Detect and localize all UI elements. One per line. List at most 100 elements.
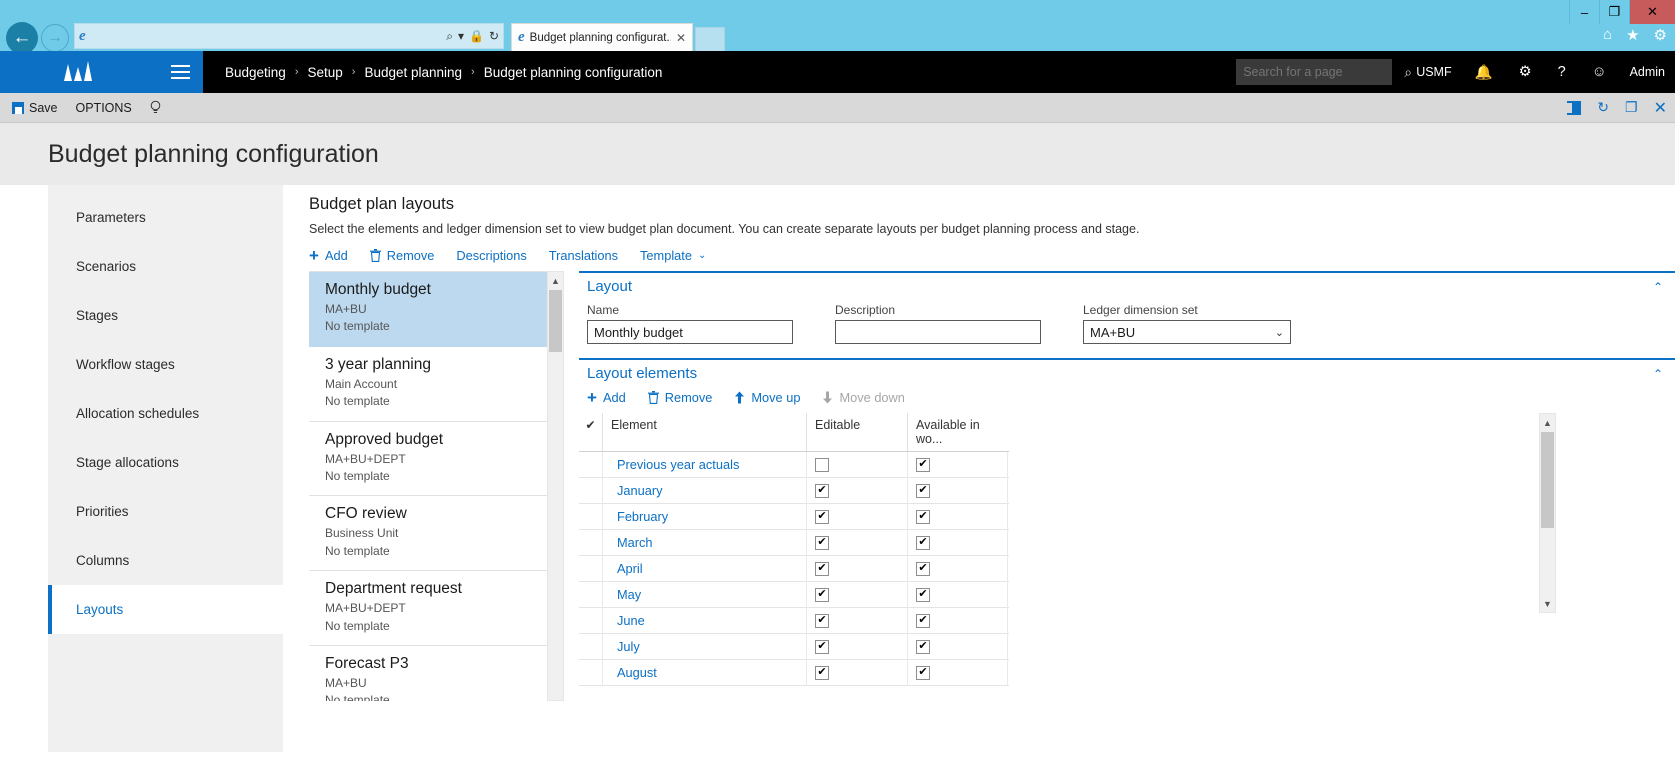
sidebar-item-columns[interactable]: Columns <box>48 536 283 585</box>
editable-cell[interactable]: ✔ <box>807 633 908 660</box>
nav-menu-button[interactable] <box>157 51 203 93</box>
list-item[interactable]: Department request MA+BU+DEPT No templat… <box>309 571 547 646</box>
editable-cell[interactable]: ✔ <box>807 555 908 582</box>
add-layout-button[interactable]: + Add <box>309 247 348 264</box>
available-cell[interactable]: ✔ <box>908 633 1008 660</box>
refresh-icon[interactable]: ↻ <box>1597 99 1609 116</box>
page-search-box[interactable]: ⌕ <box>1236 59 1412 85</box>
editable-cell[interactable]: ✔ <box>807 659 908 686</box>
row-select-cell[interactable] <box>579 477 603 504</box>
notifications-bell-icon[interactable]: 🔔 <box>1462 64 1506 81</box>
table-row[interactable]: May ✔ ✔ <box>579 581 1009 608</box>
remove-element-button[interactable]: Remove <box>647 390 712 405</box>
lightbulb-button[interactable] <box>150 100 161 115</box>
sidebar-item-allocation-schedules[interactable]: Allocation schedules <box>48 389 283 438</box>
available-checkbox[interactable]: ✔ <box>916 509 930 524</box>
browser-tab[interactable]: e Budget planning configurat... ✕ <box>511 23 693 51</box>
element-name[interactable]: March <box>603 529 807 556</box>
breadcrumb-item-budgeting[interactable]: Budgeting <box>225 65 286 80</box>
row-select-cell[interactable] <box>579 451 603 478</box>
editable-cell[interactable]: ✔ <box>807 529 908 556</box>
scroll-up-icon[interactable]: ▲ <box>1540 414 1555 431</box>
available-checkbox[interactable]: ✔ <box>916 535 930 550</box>
close-page-icon[interactable]: ✕ <box>1654 98 1667 118</box>
available-cell[interactable]: ✔ <box>908 451 1008 478</box>
list-item[interactable]: 3 year planning Main Account No template <box>309 347 547 422</box>
available-checkbox[interactable]: ✔ <box>916 587 930 602</box>
move-up-button[interactable]: Move up <box>734 390 800 405</box>
sidebar-item-workflow-stages[interactable]: Workflow stages <box>48 340 283 389</box>
feedback-smiley-icon[interactable]: ☺ <box>1579 64 1620 80</box>
available-cell[interactable]: ✔ <box>908 659 1008 686</box>
list-item[interactable]: CFO review Business Unit No template <box>309 496 547 572</box>
office-app-icon[interactable] <box>1567 100 1582 115</box>
table-row[interactable]: March ✔ ✔ <box>579 529 1009 556</box>
table-row[interactable]: April ✔ ✔ <box>579 555 1009 582</box>
element-name[interactable]: Previous year actuals <box>603 451 807 478</box>
search-icon[interactable]: ⌕ <box>446 29 453 44</box>
element-name[interactable]: May <box>603 581 807 608</box>
row-select-cell[interactable] <box>579 659 603 686</box>
available-checkbox[interactable]: ✔ <box>916 639 930 654</box>
options-button[interactable]: OPTIONS <box>76 101 132 115</box>
list-item[interactable]: Forecast P3 MA+BU No template <box>309 646 547 701</box>
favorites-star-icon[interactable]: ★ <box>1626 26 1639 44</box>
available-cell[interactable]: ✔ <box>908 529 1008 556</box>
descriptions-button[interactable]: Descriptions <box>456 248 526 263</box>
table-row[interactable]: February ✔ ✔ <box>579 503 1009 530</box>
row-select-cell[interactable] <box>579 581 603 608</box>
available-checkbox[interactable]: ✔ <box>916 665 930 680</box>
refresh-icon[interactable]: ↻ <box>489 29 499 43</box>
scroll-up-icon[interactable]: ▲ <box>548 272 563 289</box>
table-row[interactable]: August ✔ ✔ <box>579 659 1009 686</box>
collapse-chevron-icon[interactable]: ⌃ <box>1653 367 1663 381</box>
address-bar[interactable]: e ⌕ ▾ 🔒 ↻ <box>74 23 504 49</box>
new-tab-button[interactable] <box>695 27 725 51</box>
editable-checkbox[interactable]: ✔ <box>815 483 829 498</box>
editable-checkbox[interactable]: ✔ <box>815 509 829 524</box>
element-name[interactable]: April <box>603 555 807 582</box>
breadcrumb-item-budget-planning[interactable]: Budget planning <box>364 65 462 80</box>
scroll-down-icon[interactable]: ▼ <box>1540 595 1555 612</box>
minimize-button[interactable]: – <box>1569 0 1599 24</box>
editable-cell[interactable]: ✔ <box>807 503 908 530</box>
page-search-input[interactable] <box>1243 65 1405 79</box>
list-item[interactable]: Approved budget MA+BU+DEPT No template <box>309 422 547 497</box>
elements-grid-scrollbar[interactable]: ▲ ▼ <box>1539 413 1556 613</box>
sidebar-item-priorities[interactable]: Priorities <box>48 487 283 536</box>
row-select-cell[interactable] <box>579 529 603 556</box>
tab-close-icon[interactable]: ✕ <box>676 31 686 45</box>
editable-checkbox[interactable]: ✔ <box>815 613 829 628</box>
app-logo-icon[interactable] <box>0 51 157 93</box>
list-item[interactable]: Monthly budget MA+BU No template <box>309 272 547 347</box>
column-header-select[interactable]: ✔ <box>579 413 603 451</box>
add-element-button[interactable]: + Add <box>587 389 626 406</box>
editable-cell[interactable]: ✔ <box>807 607 908 634</box>
element-name[interactable]: July <box>603 633 807 660</box>
description-input[interactable] <box>835 320 1041 344</box>
save-button[interactable]: Save <box>12 101 58 115</box>
table-row[interactable]: June ✔ ✔ <box>579 607 1009 634</box>
collapse-chevron-icon[interactable]: ⌃ <box>1653 280 1663 294</box>
name-input[interactable]: Monthly budget <box>587 320 793 344</box>
available-checkbox[interactable]: ✔ <box>916 483 930 498</box>
editable-checkbox[interactable]: ✔ <box>815 665 829 680</box>
breadcrumb-item-setup[interactable]: Setup <box>307 65 342 80</box>
element-name[interactable]: February <box>603 503 807 530</box>
column-header-editable[interactable]: Editable <box>807 413 908 451</box>
row-select-cell[interactable] <box>579 633 603 660</box>
available-cell[interactable]: ✔ <box>908 555 1008 582</box>
sidebar-item-stages[interactable]: Stages <box>48 291 283 340</box>
company-label[interactable]: USMF <box>1406 65 1461 79</box>
editable-checkbox[interactable] <box>815 457 829 472</box>
row-select-cell[interactable] <box>579 555 603 582</box>
editable-checkbox[interactable]: ✔ <box>815 639 829 654</box>
available-cell[interactable]: ✔ <box>908 477 1008 504</box>
browser-settings-gear-icon[interactable]: ⚙ <box>1654 26 1667 44</box>
sidebar-item-parameters[interactable]: Parameters <box>48 193 283 242</box>
forward-button[interactable]: → <box>41 24 69 52</box>
scrollbar-thumb[interactable] <box>1541 432 1554 528</box>
remove-layout-button[interactable]: Remove <box>369 248 434 263</box>
row-select-cell[interactable] <box>579 607 603 634</box>
close-window-button[interactable]: ✕ <box>1629 0 1675 24</box>
